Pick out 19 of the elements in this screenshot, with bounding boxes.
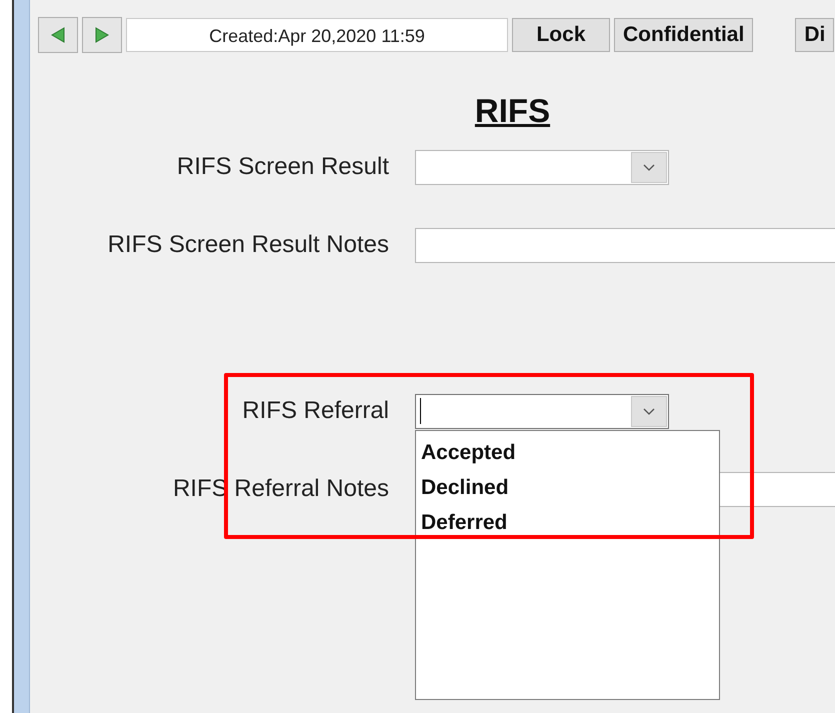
combo-box[interactable]	[415, 394, 669, 428]
text-input-field[interactable]	[415, 228, 835, 262]
created-date-field: Created:Apr 20,2020 11:59	[126, 18, 508, 52]
toolbar-button[interactable]: Confidential	[614, 18, 754, 52]
field-label: RIFS Referral	[242, 396, 389, 426]
toolbar-button[interactable]: Lock	[512, 18, 610, 52]
dropdown-option[interactable]: Declined	[416, 470, 719, 504]
chevron-down-icon	[643, 164, 655, 170]
form-title: RIFS	[474, 91, 550, 131]
dropdown-option[interactable]: Deferred	[416, 504, 719, 540]
field-label: RIFS Screen Result Notes	[108, 230, 389, 260]
chevron-down-icon	[643, 408, 655, 414]
toolbar-button[interactable]: Di	[795, 18, 834, 52]
combo-box[interactable]	[415, 150, 669, 184]
text-cursor	[420, 398, 421, 424]
dropdown-button[interactable]	[631, 152, 667, 182]
field-label: RIFS Screen Result	[176, 152, 389, 182]
dropdown-button[interactable]	[631, 396, 667, 426]
dropdown-option[interactable]: Accepted	[416, 434, 719, 470]
